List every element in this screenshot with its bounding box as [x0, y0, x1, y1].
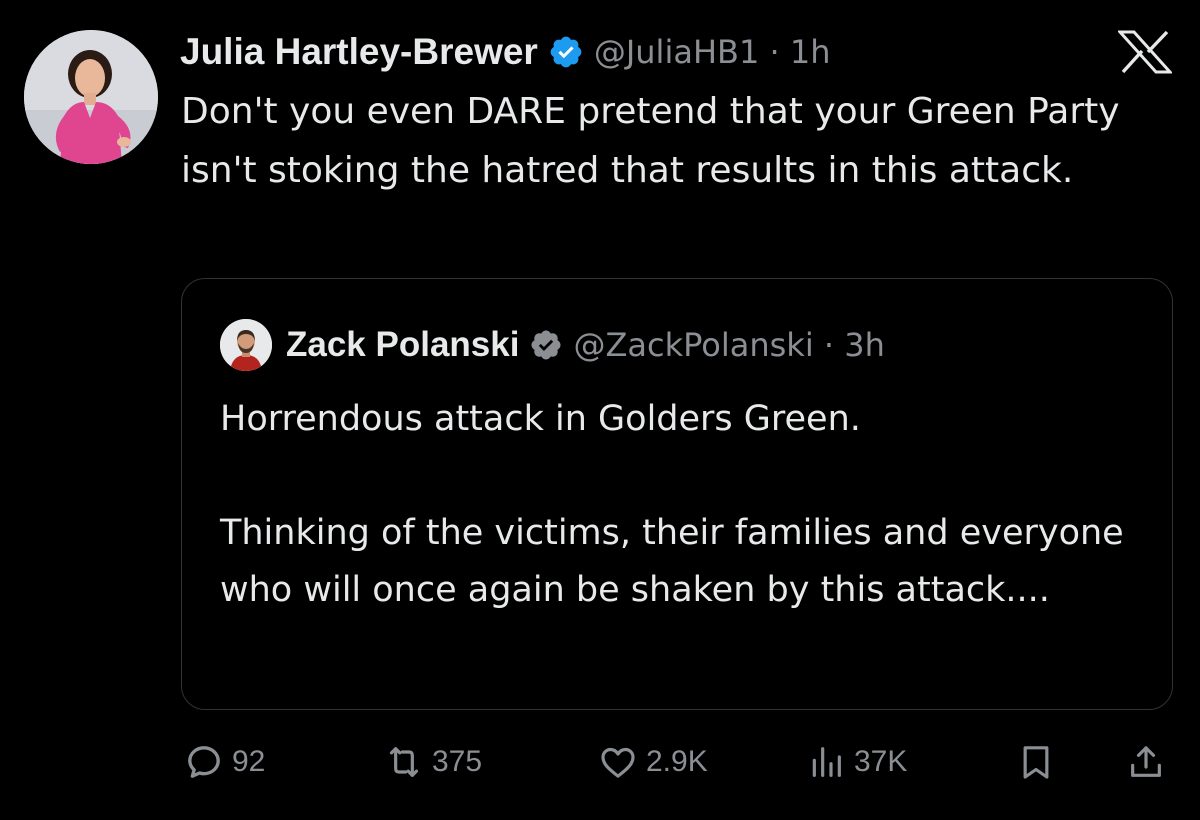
quoted-author-handle[interactable]: @ZackPolanski · 3h: [573, 326, 884, 364]
verified-badge-icon: [548, 34, 584, 70]
reply-count: 92: [232, 745, 266, 778]
quoted-tweet-header: Zack Polanski @ZackPolanski · 3h: [220, 317, 885, 373]
quoted-tweet-card[interactable]: Zack Polanski @ZackPolanski · 3h Horrend…: [181, 278, 1173, 710]
bookmark-icon: [1016, 742, 1056, 782]
tweet-text: Don't you even DARE pretend that your Gr…: [181, 91, 1120, 191]
views-button[interactable]: 37K: [806, 730, 907, 794]
tweet-header: Julia Hartley-Brewer @JuliaHB1 · 1h: [180, 26, 830, 78]
share-button[interactable]: [1126, 730, 1166, 794]
repost-icon: [384, 742, 424, 782]
like-button[interactable]: 2.9K: [598, 730, 708, 794]
author-handle[interactable]: @JuliaHB1 · 1h: [594, 33, 831, 71]
tweet-time[interactable]: 1h: [790, 33, 831, 71]
repost-button[interactable]: 375: [384, 730, 482, 794]
author-avatar[interactable]: [24, 30, 158, 164]
x-logo-icon: [1116, 30, 1174, 74]
verified-badge-icon: [529, 328, 563, 362]
quoted-tweet-paragraph-2: Thinking of the victims, their families …: [220, 513, 1124, 610]
reply-icon: [184, 742, 224, 782]
quoted-tweet-paragraph-1: Horrendous attack in Golders Green.: [220, 399, 861, 439]
quoted-author-name[interactable]: Zack Polanski: [286, 325, 519, 365]
share-icon: [1126, 742, 1166, 782]
quoted-author-avatar[interactable]: [220, 319, 272, 371]
reply-button[interactable]: 92: [184, 730, 265, 794]
author-name[interactable]: Julia Hartley-Brewer: [180, 31, 538, 73]
quoted-tweet-time[interactable]: 3h: [844, 326, 885, 364]
heart-icon: [598, 742, 638, 782]
views-icon: [806, 742, 846, 782]
bookmark-button[interactable]: [1016, 730, 1056, 794]
author-handle-text[interactable]: @JuliaHB1: [594, 33, 759, 71]
action-bar: 92 375 2.9K 37K: [180, 730, 1174, 794]
repost-count: 375: [432, 745, 483, 778]
like-count: 2.9K: [646, 745, 708, 778]
separator-dot: ·: [759, 33, 790, 71]
separator-dot: ·: [813, 326, 845, 364]
views-count: 37K: [854, 745, 908, 778]
quoted-handle-text[interactable]: @ZackPolanski: [573, 326, 813, 364]
